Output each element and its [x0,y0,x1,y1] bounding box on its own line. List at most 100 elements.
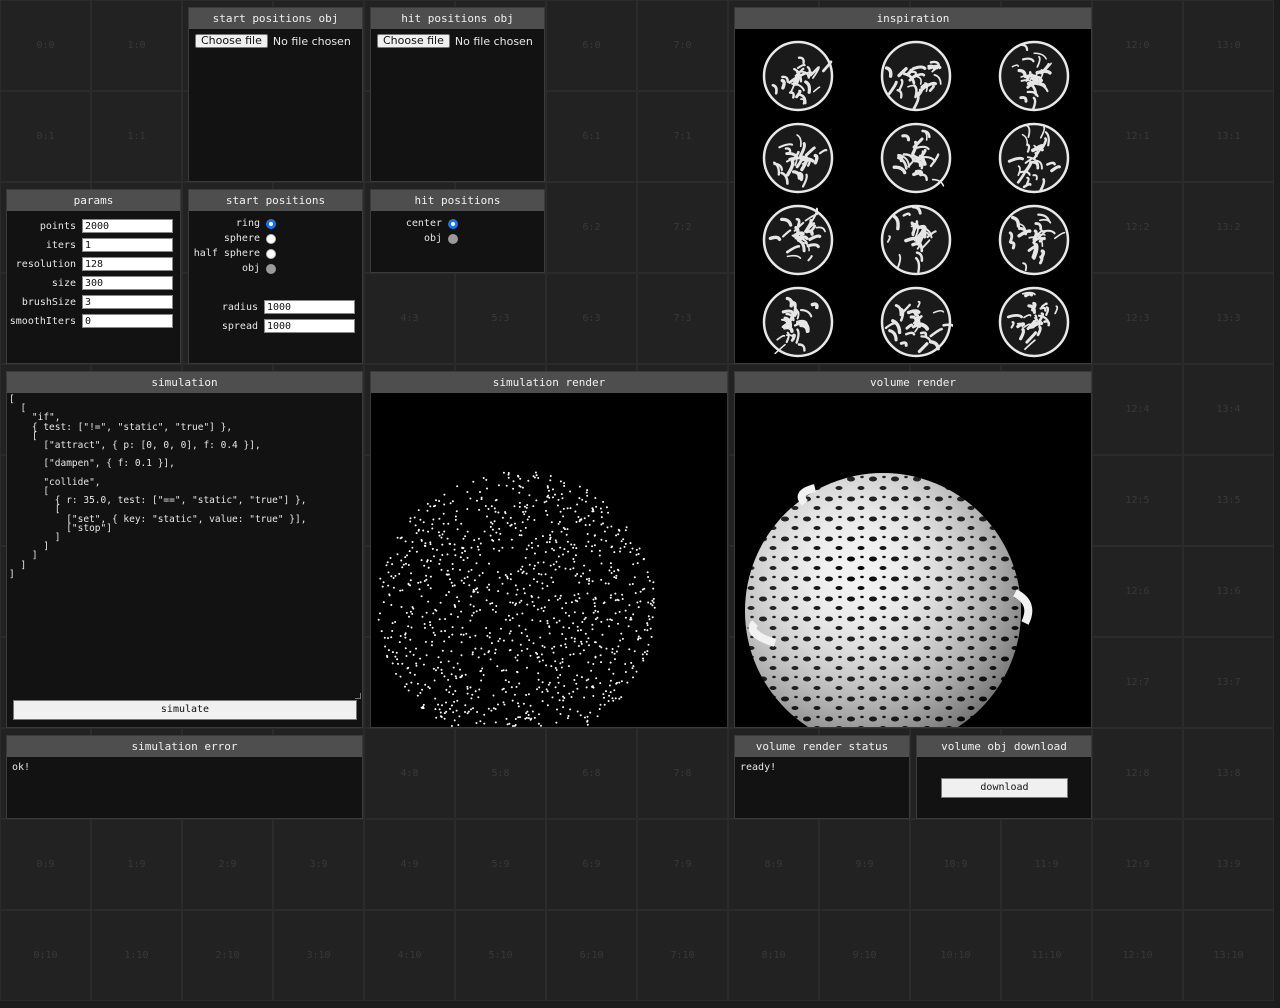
particle-point [572,690,575,693]
grid-cell-label: 5:8 [491,768,510,779]
particle-point [609,661,612,664]
particle-point [562,515,565,518]
param-input[interactable] [82,276,173,290]
particle-point [508,632,511,635]
particle-point [633,650,636,653]
particle-point [572,546,575,549]
particle-point [412,653,415,656]
particle-point [460,654,463,657]
particle-point [516,671,519,674]
particle-point [646,571,649,574]
particle-point [494,510,497,513]
particle-point [478,688,481,691]
coral-sphere-thumbnail-icon [880,286,953,358]
radio-option[interactable]: obj [189,263,276,274]
particle-point [462,582,465,585]
particle-point [447,591,450,593]
simulation-error-message: ok! [12,762,31,773]
grid-cell: 6:10 [546,910,637,1001]
particle-point [567,665,570,668]
particle-point [409,610,412,613]
radio-option[interactable]: half sphere [189,248,276,259]
particle-point [501,516,504,519]
particle-point [651,599,654,602]
particle-point [517,702,519,705]
field-input[interactable] [264,319,355,333]
particle-point [505,484,508,487]
grid-cell-label: 7:2 [673,222,692,233]
particle-point [494,708,497,710]
particle-point [460,641,463,644]
grid-cell-label: 5:3 [491,313,510,324]
particle-point [512,480,515,483]
grid-cell-label: 5:10 [488,950,513,961]
panel-title: hit positions [371,190,544,211]
particle-point [459,556,462,559]
particle-point [432,667,435,670]
particle-point [500,669,503,672]
simulation-code-editor[interactable]: [ [ "if", { test: ["!=", "static", "true… [9,395,358,697]
particle-point [491,522,494,525]
particle-point [450,650,453,653]
particle-point [524,526,527,529]
particle-point [614,612,617,615]
choose-file-button[interactable]: Choose file [377,34,450,48]
particle-point [401,589,404,592]
param-input[interactable] [82,314,173,328]
simulation-render-canvas[interactable] [371,393,727,727]
particle-point [493,520,496,523]
radio-option[interactable]: center [371,218,458,229]
param-input[interactable] [82,219,173,233]
grid-cell-label: 12:2 [1125,222,1150,233]
radio-button[interactable] [266,218,276,229]
particle-point [549,475,552,477]
particle-point [552,488,554,491]
param-input[interactable] [82,257,173,271]
particle-point [581,621,584,623]
field-input[interactable] [264,300,355,314]
particle-point [619,547,622,550]
choose-file-button[interactable]: Choose file [195,34,268,48]
grid-cell-label: 12:0 [1125,40,1150,51]
radio-button[interactable] [448,218,458,229]
particle-point [570,601,573,604]
simulation-panel: simulation [ [ "if", { test: ["!=", "sta… [6,371,363,728]
grid-cell-label: 13:10 [1213,950,1244,961]
file-status: No file chosen [454,34,533,48]
radio-option[interactable]: ring [189,218,276,229]
field-label: spread [221,320,258,332]
param-input[interactable] [82,295,173,309]
simulate-button[interactable]: simulate [13,700,357,720]
radio-option[interactable]: sphere [189,233,276,244]
resize-handle-icon[interactable] [355,693,361,699]
particle-point [525,548,528,551]
particle-point [526,647,529,650]
particle-point [605,506,608,509]
volume-render-canvas[interactable] [735,393,1091,727]
radio-button[interactable] [266,233,276,244]
particle-point [620,680,623,683]
particle-point [575,521,578,523]
particle-point [441,554,444,556]
grid-cell-label: 0:10 [33,950,58,961]
field-label: radius [221,301,258,313]
radio-button[interactable] [266,248,276,259]
particle-point [451,585,454,587]
particle-point [608,625,610,628]
radio-option[interactable]: obj [371,233,458,244]
grid-cell-label: 9:9 [855,859,874,870]
simulation-render-panel: simulation render [370,371,728,728]
param-input[interactable] [82,238,173,252]
particle-point [609,596,612,599]
particle-point [466,530,469,533]
particle-point [405,655,408,657]
particle-point [509,578,512,581]
particle-point [573,560,576,563]
particle-point [408,550,411,553]
particle-point [559,713,562,715]
particle-point [451,633,454,636]
particle-point [615,534,618,537]
particle-point [424,545,427,547]
grid-cell: 0:1 [0,91,91,182]
download-button[interactable]: download [941,778,1068,798]
